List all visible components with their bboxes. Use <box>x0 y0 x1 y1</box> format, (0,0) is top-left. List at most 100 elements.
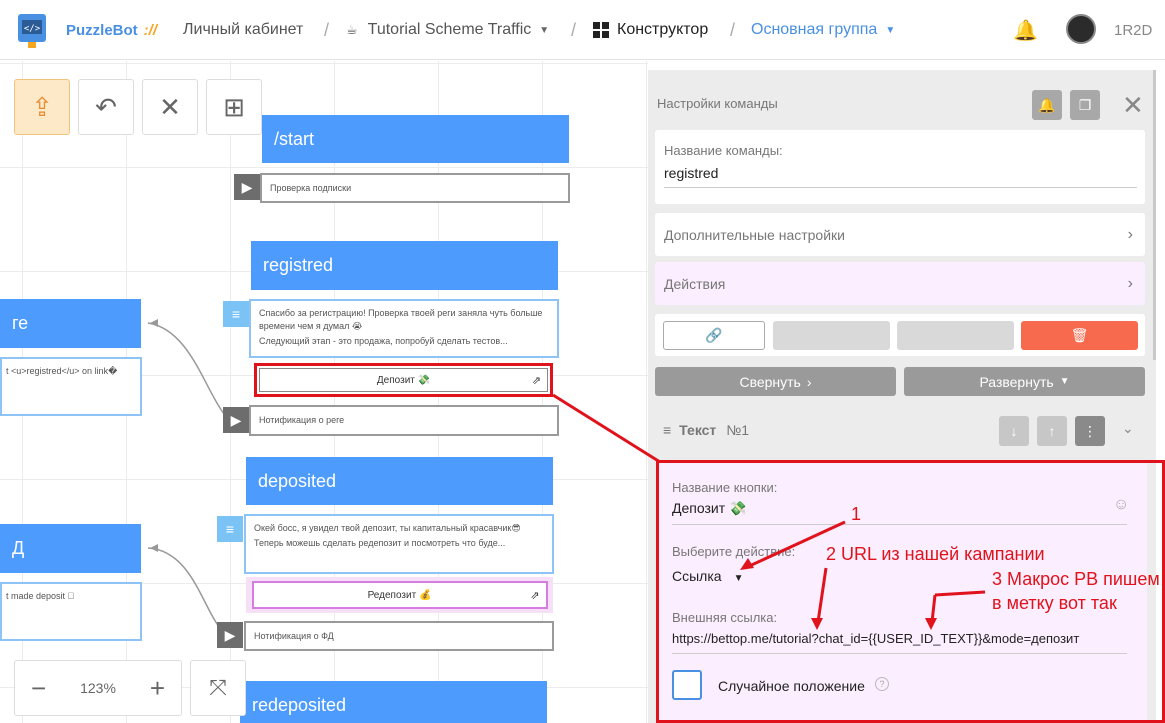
breadcrumb-separator: / <box>571 19 577 40</box>
link-button[interactable]: 🔗 <box>663 321 765 350</box>
add-square-icon: ⊞ <box>223 91 245 122</box>
svg-text:</>: </> <box>24 24 41 34</box>
upload-icon: ⇪ <box>31 91 53 122</box>
copy-icon[interactable]: ❐ <box>1070 90 1100 120</box>
breadcrumb-separator: / <box>730 19 736 40</box>
delete-button[interactable]: 🗑 <box>1021 321 1138 350</box>
brand-suffix: :// <box>143 21 158 39</box>
move-up-button[interactable]: ↑ <box>1037 416 1067 446</box>
puzzlebot-logo-icon[interactable]: </> <box>14 12 50 50</box>
actions-row[interactable]: Действия › <box>655 262 1145 305</box>
node-left-2-title[interactable]: Д <box>0 524 141 573</box>
chevron-right-icon: › <box>806 373 812 390</box>
chevron-down-icon[interactable]: ⌄ <box>1122 420 1134 437</box>
annotation-1: 1 <box>851 504 862 524</box>
node-registred-button[interactable]: Депозит 💸 ⇗ <box>254 363 553 397</box>
node-registred-title[interactable]: registred <box>251 241 558 290</box>
constructor-label: Конструктор <box>617 21 709 38</box>
collapse-button[interactable]: Свернуть › <box>655 367 896 396</box>
node-registred-link[interactable]: Нотификация о реге <box>249 405 559 436</box>
external-link-icon: ⇗ <box>531 374 541 387</box>
text-line: Окей босс, я увидел твой депозит, ты кап… <box>254 523 521 533</box>
bot-icon: ☕ <box>346 22 358 37</box>
expand-arrows-icon: ⤧ <box>209 675 227 700</box>
node-start-title[interactable]: /start <box>262 115 569 163</box>
undo-icon: ↶ <box>95 91 117 122</box>
project-selector[interactable]: ☕ Tutorial Scheme Traffic ▼ <box>346 0 549 60</box>
node-left-1-title[interactable]: ге <box>0 299 141 348</box>
username[interactable]: 1R2D <box>1114 0 1152 60</box>
more-options-button[interactable]: ⋮ <box>1075 416 1105 446</box>
text-block-icon: ≡ <box>217 516 243 542</box>
collapse-label: Свернуть <box>739 373 801 390</box>
extra-settings-label: Дополнительные настройки <box>664 226 845 243</box>
chevron-down-icon: ▼ <box>885 24 896 36</box>
text-lines-icon: ≡ <box>663 422 672 438</box>
avatar[interactable] <box>1066 14 1096 44</box>
upload-button[interactable]: ⇪ <box>14 79 70 135</box>
link-block-icon: ▶ <box>234 174 260 200</box>
zoom-out-button[interactable]: − <box>31 673 46 704</box>
zoom-in-button[interactable]: + <box>150 673 165 704</box>
add-block-button[interactable]: ⊞ <box>206 79 262 135</box>
text-line: Следующий этап - это продажа, попробуй с… <box>259 336 508 346</box>
brand-link[interactable]: PuzzleBot :// <box>66 0 157 60</box>
option-button[interactable] <box>897 321 1014 350</box>
project-name: Tutorial Scheme Traffic <box>367 21 532 38</box>
arrow-up-icon: ↑ <box>1048 423 1056 439</box>
breadcrumb-cabinet[interactable]: Личный кабинет <box>183 0 303 60</box>
node-deposited-button[interactable]: Редепозит 💰 ⇗ <box>246 577 553 613</box>
link-block-icon: ▶ <box>217 622 243 648</box>
breadcrumb-separator: / <box>324 19 330 40</box>
node-deposited-text[interactable]: Окей босс, я увидел твой депозит, ты кап… <box>244 514 554 574</box>
brand-name: PuzzleBot <box>66 21 138 39</box>
close-button[interactable]: ✕ <box>142 79 198 135</box>
close-icon: ✕ <box>159 91 181 122</box>
node-deposited-title[interactable]: deposited <box>246 457 553 505</box>
fullscreen-button[interactable]: ⤧ <box>190 660 246 716</box>
scheme-canvas[interactable]: ⇪ ↶ ✕ ⊞ ге t <u>registred</u> on link� Д… <box>0 61 648 723</box>
external-link-icon: ⇗ <box>530 589 540 602</box>
chevron-down-icon: ▼ <box>1059 376 1070 387</box>
text-block-icon: ≡ <box>223 301 249 327</box>
node-start-link[interactable]: Проверка подписки <box>260 173 570 203</box>
group-name: Основная группа <box>751 21 878 38</box>
option-button[interactable] <box>773 321 890 350</box>
undo-button[interactable]: ↶ <box>78 79 134 135</box>
button-label: Депозит 💸 <box>376 374 431 386</box>
node-registred-text[interactable]: Спасибо за регистрацию! Проверка твоей р… <box>249 299 559 358</box>
panel-title: Настройки команды <box>657 96 778 111</box>
move-down-button[interactable]: ↓ <box>999 416 1029 446</box>
text-line: Теперь можешь сделать редепозит и посмот… <box>254 538 506 548</box>
scrollbar[interactable] <box>1153 70 1156 360</box>
text-line: Спасибо за регистрацию! Проверка твоей р… <box>259 308 543 331</box>
breadcrumb-constructor[interactable]: Конструктор <box>593 0 708 60</box>
close-panel-icon[interactable]: ✕ <box>1122 90 1144 120</box>
expand-button[interactable]: Развернуть ▼ <box>904 367 1145 396</box>
node-redeposited-title[interactable]: redeposited <box>240 681 547 723</box>
annotation-3-line1: 3 Макрос PB пишем <box>992 569 1160 589</box>
annotation-3-line2: в метку вот так <box>992 593 1117 613</box>
chevron-right-icon: › <box>1127 225 1133 243</box>
node-left-1-text[interactable]: t <u>registred</u> on link� <box>0 357 142 416</box>
text-block-number: №1 <box>726 422 750 438</box>
node-left-2-text[interactable]: t made deposit ⃞ <box>0 582 142 641</box>
trash-icon: 🗑 <box>1070 327 1089 343</box>
node-deposited-link[interactable]: Нотификация о ФД <box>244 621 554 651</box>
command-name-label: Название команды: <box>664 143 783 158</box>
extra-settings-row[interactable]: Дополнительные настройки › <box>655 213 1145 256</box>
chevron-right-icon: › <box>1127 274 1133 292</box>
chevron-down-icon: ▼ <box>539 24 550 36</box>
group-selector[interactable]: Основная группа ▼ <box>751 0 895 60</box>
bell-icon[interactable]: 🔔 <box>1032 90 1062 120</box>
link-icon: 🔗 <box>705 327 723 343</box>
top-bar: </> PuzzleBot :// Личный кабинет / ☕ Tuto… <box>0 0 1165 60</box>
annotation-highlight-box <box>656 460 1165 723</box>
link-block-icon: ▶ <box>223 407 249 433</box>
zoom-level: 123% <box>80 680 116 696</box>
command-name-card: Название команды: registred <box>655 130 1145 204</box>
zoom-control: − 123% + <box>14 660 182 716</box>
bell-icon[interactable]: 🔔 <box>1013 0 1038 60</box>
command-name-input[interactable]: registred <box>664 165 1137 188</box>
text-block-header: ≡ Текст №1 <box>663 422 749 438</box>
